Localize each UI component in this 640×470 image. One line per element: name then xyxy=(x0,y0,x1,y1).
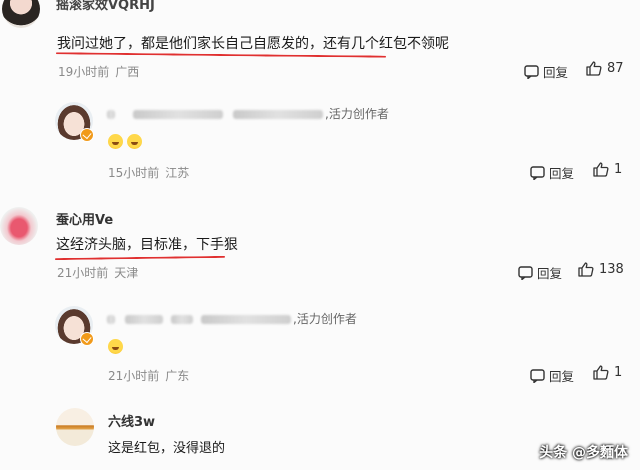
comment-username[interactable]: 蚕心用Ve xyxy=(56,209,113,228)
comment-time: 21小时前 xyxy=(57,266,109,280)
reply-label: 回复 xyxy=(537,266,563,281)
reply-label: 回复 xyxy=(549,166,575,181)
laugh-cry-emoji-icon xyxy=(127,134,142,149)
reply-button[interactable]: 回复 xyxy=(518,263,562,282)
blurred-username xyxy=(125,315,163,324)
comment-time: 15小时前 xyxy=(108,166,160,180)
watermark: 头条 @多麵体 xyxy=(539,445,628,461)
like-button[interactable]: 87 xyxy=(586,61,624,76)
like-count: 1 xyxy=(614,365,623,380)
blurred-username xyxy=(133,110,223,119)
like-count: 1 xyxy=(614,162,623,177)
like-button[interactable]: 138 xyxy=(578,262,624,277)
reply-label: 回复 xyxy=(543,65,569,80)
avatar[interactable] xyxy=(0,207,38,245)
comment-location: 广西 xyxy=(115,65,140,79)
blurred-username xyxy=(171,315,193,324)
reply-button[interactable]: 回复 xyxy=(524,62,568,81)
blurred-creator-category xyxy=(201,315,291,324)
blurred-username xyxy=(107,315,115,324)
comment-time: 19小时前 xyxy=(58,65,110,79)
laugh-emoji-icon xyxy=(108,339,123,354)
reply-button[interactable]: 回复 xyxy=(530,366,574,385)
user-title: 活力创作者 xyxy=(296,312,357,326)
comment-icon xyxy=(530,368,545,383)
comment-text: 这是红包，没得退的 xyxy=(108,441,226,456)
comment-meta: 21小时前 广东 xyxy=(108,367,189,384)
comment-time: 21小时前 xyxy=(108,369,160,383)
reply-label: 回复 xyxy=(549,369,575,384)
comment-meta: 15小时前 江苏 xyxy=(108,164,189,181)
comment-location: 天津 xyxy=(114,266,139,280)
comment-icon xyxy=(530,165,545,180)
comment-username[interactable]: 摇滚家效VQRHJ xyxy=(56,0,155,13)
user-title: 活力创作者 xyxy=(328,107,389,121)
thumbs-up-icon xyxy=(593,162,609,177)
avatar[interactable] xyxy=(56,408,94,446)
like-count: 138 xyxy=(599,262,624,277)
avatar[interactable] xyxy=(2,0,40,28)
reply-author-line[interactable]: ,活力创作者 xyxy=(107,310,357,327)
comment-text: 这经济头脑，目标准，下手狠 xyxy=(56,237,238,253)
comment-icon xyxy=(518,265,533,280)
blurred-username xyxy=(107,110,115,119)
highlight-underline xyxy=(55,52,387,58)
comment-list: 摇滚家效VQRHJ 我问过她了，都是他们家长自己自愿发的，还有几个红包不领呢 1… xyxy=(0,0,640,470)
reply-button[interactable]: 回复 xyxy=(530,163,574,182)
blurred-creator-category xyxy=(233,110,323,119)
comment-meta: 19小时前 广西 xyxy=(58,63,139,80)
comment-text: 我问过她了，都是他们家长自己自愿发的，还有几个红包不领呢 xyxy=(57,36,449,52)
verified-badge-icon xyxy=(80,332,94,346)
comment-location: 江苏 xyxy=(165,166,190,180)
comment-username[interactable]: 六线3w xyxy=(108,411,155,430)
emoji-row xyxy=(108,339,123,354)
comment-location: 广东 xyxy=(165,369,190,383)
laugh-cry-emoji-icon xyxy=(108,134,123,149)
comment-icon xyxy=(524,64,539,79)
reply-author-line[interactable]: ,活力创作者 xyxy=(107,105,389,122)
thumbs-up-icon xyxy=(593,365,609,380)
comment-meta: 21小时前 天津 xyxy=(57,264,138,281)
thumbs-up-icon xyxy=(578,262,594,277)
like-button[interactable]: 1 xyxy=(593,162,622,177)
highlight-underline xyxy=(54,255,226,261)
thumbs-up-icon xyxy=(586,61,602,76)
like-count: 87 xyxy=(607,61,624,76)
emoji-row xyxy=(108,134,142,149)
verified-badge-icon xyxy=(80,128,94,142)
like-button[interactable]: 1 xyxy=(593,365,622,380)
